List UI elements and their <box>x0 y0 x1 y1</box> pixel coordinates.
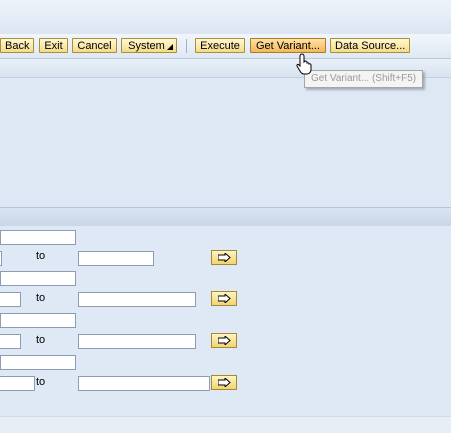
back-button[interactable]: Back <box>0 38 34 53</box>
field-label-row-2[interactable] <box>0 271 76 286</box>
multiple-selection-button-row-3[interactable] <box>211 333 237 348</box>
to-field-row-2[interactable] <box>78 292 196 307</box>
selection-criteria-area: to to to to <box>0 226 451 416</box>
multiple-selection-button-row-4[interactable] <box>211 375 237 390</box>
data-source-button[interactable]: Data Source... <box>330 38 410 53</box>
arrow-right-icon <box>218 336 231 345</box>
to-label: to <box>36 376 46 388</box>
application-toolbar: Back Exit Cancel System Execute Get Vari… <box>0 34 451 59</box>
triangle-icon <box>167 44 173 50</box>
toolbar-separator <box>186 39 187 53</box>
get-variant-button[interactable]: Get Variant... <box>250 38 326 53</box>
section-body-1 <box>0 78 451 206</box>
system-label: System <box>128 40 165 52</box>
field-label-row-3[interactable] <box>0 313 76 328</box>
from-field-row-1[interactable] <box>0 251 2 266</box>
to-label: to <box>36 292 46 304</box>
arrow-right-icon <box>218 294 231 303</box>
arrow-right-icon <box>218 253 231 262</box>
to-field-row-4[interactable] <box>78 376 210 391</box>
to-label: to <box>36 334 46 346</box>
multiple-selection-button-row-1[interactable] <box>211 250 237 265</box>
hand-pointer-icon <box>296 53 312 75</box>
from-field-row-2[interactable] <box>0 292 21 307</box>
execute-button[interactable]: Execute <box>195 38 245 53</box>
exit-button[interactable]: Exit <box>39 38 68 53</box>
multiple-selection-button-row-2[interactable] <box>211 291 237 306</box>
from-field-row-4[interactable] <box>0 376 35 391</box>
section-header-2 <box>0 207 451 227</box>
tooltip: Get Variant... (Shift+F5) <box>304 70 424 88</box>
cancel-button[interactable]: Cancel <box>72 38 117 53</box>
title-bar <box>0 0 451 35</box>
to-field-row-1[interactable] <box>78 251 154 266</box>
from-field-row-3[interactable] <box>0 334 21 349</box>
field-label-row-1[interactable] <box>0 230 76 245</box>
to-label: to <box>36 250 46 262</box>
status-bar <box>0 416 451 433</box>
arrow-right-icon <box>218 378 231 387</box>
field-label-row-4[interactable] <box>0 355 76 370</box>
to-field-row-3[interactable] <box>78 334 196 349</box>
system-menu-button[interactable]: System <box>121 38 177 53</box>
